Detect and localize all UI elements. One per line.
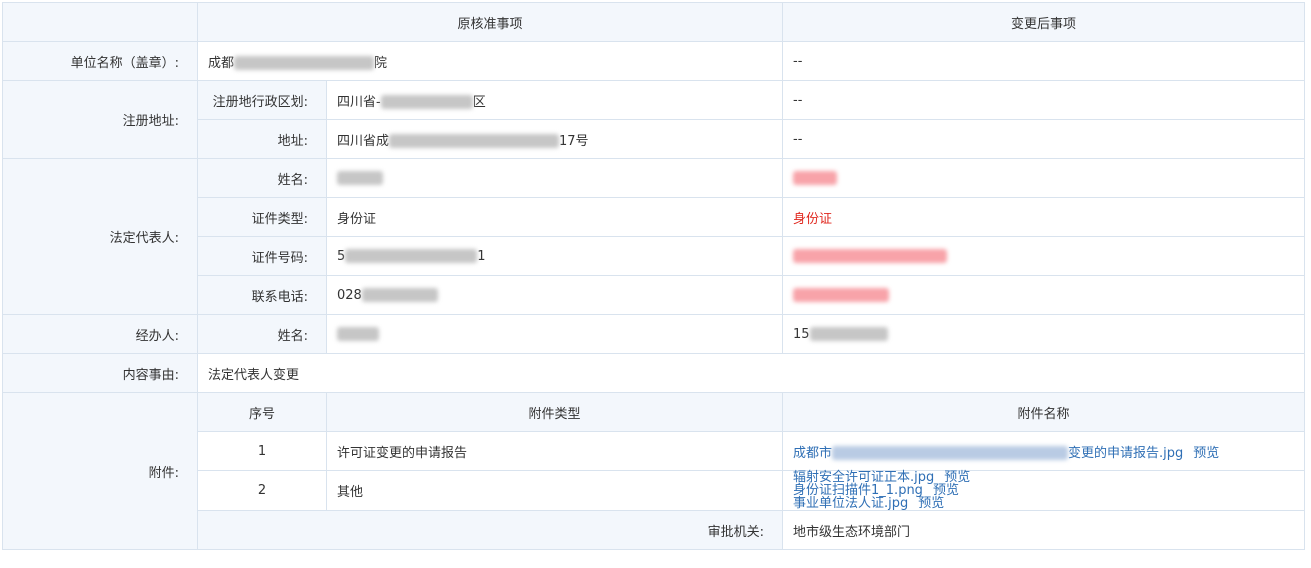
redacted-text (380, 95, 473, 109)
region-row: 注册地址: 注册地行政区划: 四川省- 区 -- (2, 80, 1306, 159)
legal-name-changed (782, 158, 1306, 198)
unit-original-prefix: 成都 (208, 55, 235, 71)
addr-prefix: 四川省成 (337, 133, 390, 149)
addr-original: 四川省成 17号 (325, 119, 784, 159)
approval-value: 地市级生态环境部门 (782, 510, 1306, 550)
redacted-text (793, 249, 948, 263)
region-label: 注册地行政区划: (197, 80, 327, 120)
redacted-text (345, 249, 478, 263)
redacted-text (234, 56, 375, 70)
handler-row: 经办人: 姓名: 15 (2, 314, 1306, 354)
idtype-changed: 身份证 (782, 197, 1306, 237)
addr-label: 地址: (197, 119, 327, 159)
redacted-text (361, 288, 438, 302)
attach-type: 其他 (325, 470, 784, 511)
content-value: 法定代表人变更 (196, 353, 1306, 393)
legal-idtype-row: 证件类型: 身份证 身份证 (3, 197, 1306, 237)
phone-changed (782, 275, 1306, 315)
redacted-text (337, 327, 379, 341)
region-original: 四川省- 区 (325, 80, 784, 120)
header-changed: 变更后事项 (782, 2, 1306, 42)
unit-changed: -- (782, 41, 1306, 81)
attach-row-2: 2 其他 辐射安全许可证正本.jpg 预览 身份证扫描件1_1.png 预览 事业单… (3, 470, 1306, 511)
phone-label: 联系电话: (197, 275, 327, 315)
change-detail-table: 原核准事项 变更后事项 单位名称（盖章）: 成都 院 -- 注册地址: 注册地行政… (2, 2, 1306, 550)
col-seq: 序号 (197, 392, 327, 432)
file-suffix: 变更的申请报告.jpg (1068, 445, 1184, 461)
attachment-file-link[interactable]: 成都市 变更的申请报告.jpg (793, 446, 1183, 461)
idnum-changed (782, 236, 1306, 276)
address-label: 注册地址: (2, 80, 198, 159)
handler-changed: 15 (782, 314, 1306, 354)
addr-suffix: 17号 (559, 133, 589, 149)
unit-original-suffix: 院 (374, 55, 388, 71)
col-type: 附件类型 (325, 392, 784, 432)
attachments-label: 附件: (2, 392, 198, 550)
content-label: 内容事由: (2, 353, 198, 393)
idnum-label: 证件号码: (197, 236, 327, 276)
unit-label: 单位名称（盖章）: (2, 41, 198, 81)
header-corner (2, 2, 198, 42)
redacted-text (793, 288, 890, 302)
legal-name-original (325, 158, 784, 198)
content-row: 内容事由: 法定代表人变更 (2, 353, 1306, 393)
idnum-prefix: 5 (337, 248, 346, 264)
redacted-text (337, 171, 383, 185)
attach-type: 许可证变更的申请报告 (325, 431, 784, 471)
region-suffix: 区 (472, 94, 486, 110)
attach-header-row: 附件: 序号 附件类型 附件名称 (2, 392, 1306, 550)
attach-row-1: 1 许可证变更的申请报告 成都市 变更的申请报告.jpg 预览 (3, 431, 1306, 471)
attach-files: 辐射安全许可证正本.jpg 预览 身份证扫描件1_1.png 预览 事业单位法人证.… (782, 470, 1306, 511)
preview-link[interactable]: 预览 (918, 496, 944, 511)
attach-seq: 1 (197, 431, 327, 471)
idnum-original: 51 (325, 236, 784, 276)
legal-phone-row: 联系电话: 028 (3, 275, 1306, 315)
handler-name-original (325, 314, 784, 354)
idtype-label: 证件类型: (197, 197, 327, 237)
phone-prefix: 028 (337, 287, 362, 303)
header-original: 原核准事项 (196, 2, 784, 42)
legal-name-label: 姓名: (197, 158, 327, 198)
idnum-suffix: 1 (477, 248, 486, 264)
idtype-original: 身份证 (325, 197, 784, 237)
redacted-text (809, 327, 888, 341)
handler-label: 经办人: (2, 314, 198, 354)
attachment-file-item: 事业单位法人证.jpg 预览 (793, 497, 1294, 510)
handler-changed-prefix: 15 (793, 326, 810, 342)
addr-changed: -- (782, 119, 1306, 159)
attachment-file-link[interactable]: 事业单位法人证.jpg (793, 496, 908, 511)
redacted-text (832, 446, 1069, 460)
attach-seq: 2 (197, 470, 327, 511)
redacted-text (389, 134, 560, 148)
detail-panel: 原核准事项 变更后事项 单位名称（盖章）: 成都 院 -- 注册地址: 注册地行政… (0, 0, 1311, 568)
header-row: 原核准事项 变更后事项 (2, 2, 1306, 42)
approval-row: 审批机关: 地市级生态环境部门 (3, 510, 1306, 550)
preview-link[interactable]: 预览 (1193, 446, 1219, 461)
unit-row: 单位名称（盖章）: 成都 院 -- (2, 41, 1306, 81)
approval-label: 审批机关: (196, 510, 784, 550)
region-changed: -- (782, 80, 1306, 120)
region-prefix: 四川省- (337, 94, 381, 110)
legal-name-row: 法定代表人: 姓名: (2, 158, 1306, 315)
col-name: 附件名称 (782, 392, 1306, 432)
handler-name-label: 姓名: (197, 314, 327, 354)
legal-idnum-row: 证件号码: 51 (3, 236, 1306, 276)
attach-files: 成都市 变更的申请报告.jpg 预览 (782, 431, 1306, 471)
unit-original: 成都 院 (196, 41, 784, 81)
legal-label: 法定代表人: (2, 158, 198, 315)
redacted-text (793, 171, 838, 185)
phone-original: 028 (325, 275, 784, 315)
addr-row: 地址: 四川省成 17号 -- (3, 119, 1306, 159)
file-prefix: 成都市 (793, 445, 833, 461)
